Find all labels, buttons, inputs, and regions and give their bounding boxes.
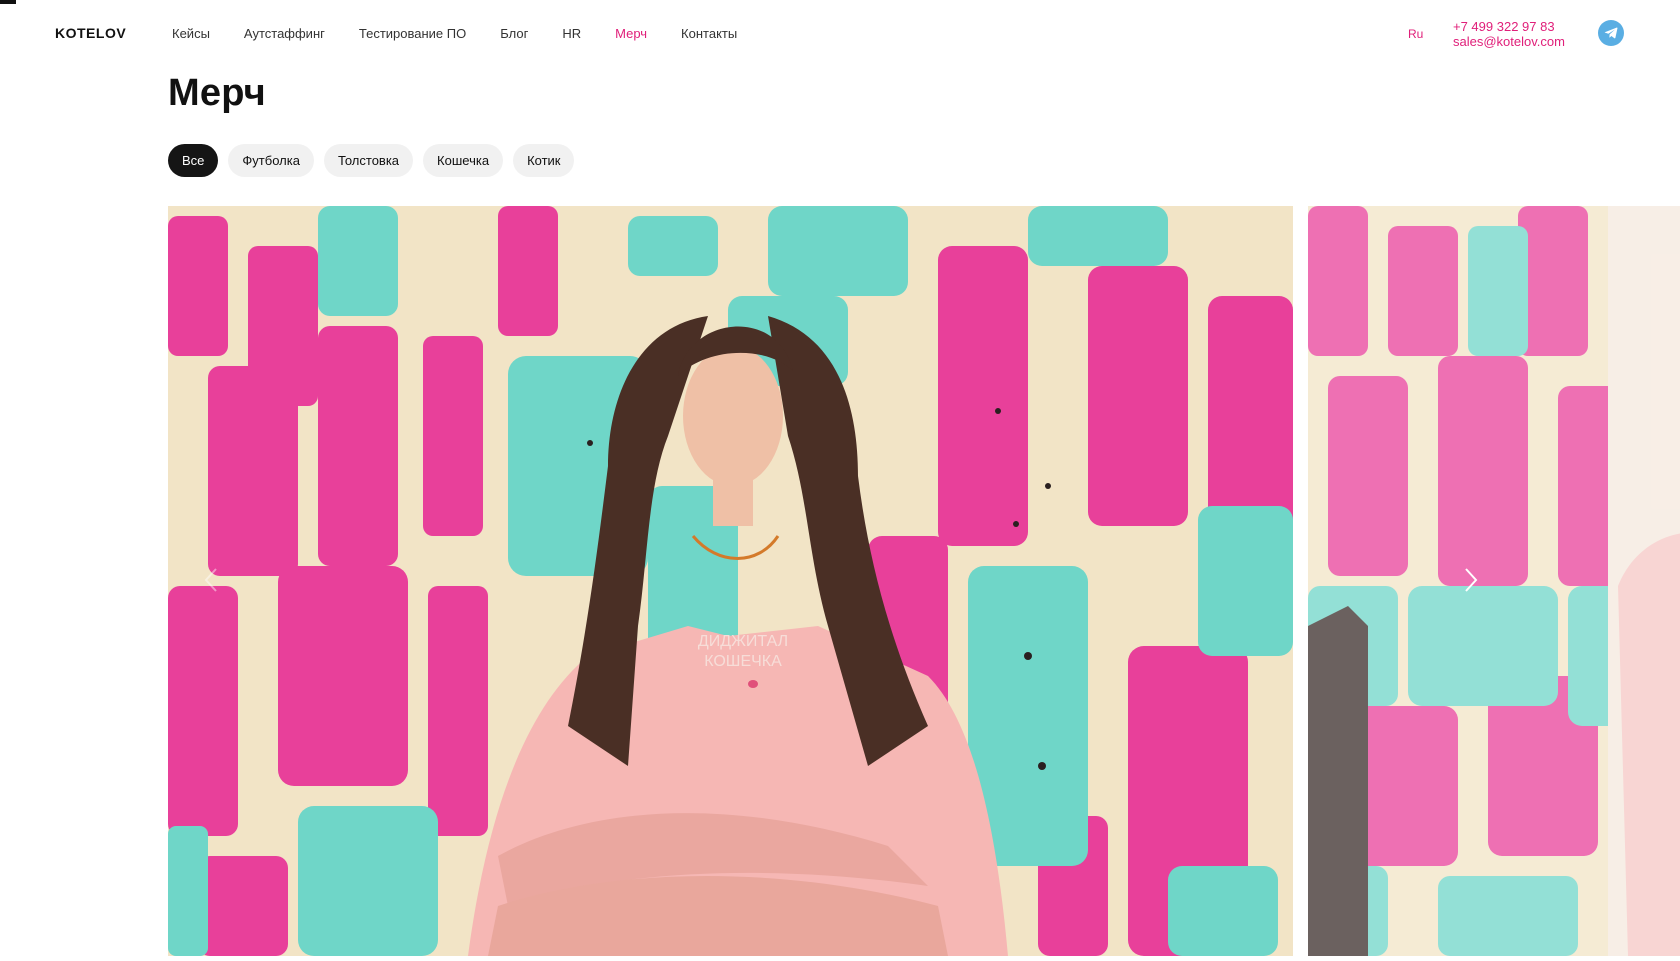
category-filters: Все Футболка Толстовка Кошечка Котик <box>168 144 575 177</box>
chevron-right-icon <box>1465 568 1478 592</box>
slide-current: ДИДЖИТАЛ КОШЕЧКА <box>168 206 1293 956</box>
header-contacts: +7 499 322 97 83 sales@kotelov.com <box>1453 19 1565 49</box>
shirt-print-line1: ДИДЖИТАЛ <box>698 633 788 650</box>
slider-prev-button[interactable] <box>196 560 226 600</box>
main-nav: Кейсы Аутстаффинг Тестирование ПО Блог H… <box>172 26 771 41</box>
filter-kitty[interactable]: Кошечка <box>423 144 504 177</box>
merch-slider[interactable]: ДИДЖИТАЛ КОШЕЧКА <box>168 206 1680 956</box>
nav-item-hr[interactable]: HR <box>562 26 581 41</box>
telegram-icon <box>1604 27 1618 39</box>
nav-item-blog[interactable]: Блог <box>500 26 528 41</box>
nav-item-cases[interactable]: Кейсы <box>172 26 210 41</box>
site-header: KOTELOV Кейсы Аутстаффинг Тестирование П… <box>0 0 1680 64</box>
filter-hoodie[interactable]: Толстовка <box>323 144 414 177</box>
telegram-button[interactable] <box>1598 20 1624 46</box>
filter-all[interactable]: Все <box>168 144 219 177</box>
slide-next[interactable] <box>1308 206 1680 956</box>
filter-cat[interactable]: Котик <box>513 144 575 177</box>
language-switch[interactable]: Ru <box>1408 27 1423 41</box>
logo[interactable]: KOTELOV <box>55 25 126 41</box>
page-title: Мерч <box>168 72 266 114</box>
phone-link[interactable]: +7 499 322 97 83 <box>1453 19 1565 34</box>
shirt-print-line2: КОШЕЧКА <box>704 653 782 670</box>
nav-item-outstaffing[interactable]: Аутстаффинг <box>244 26 325 41</box>
product-photo: ДИДЖИТАЛ КОШЕЧКА <box>168 206 1293 956</box>
chevron-left-icon <box>204 568 217 592</box>
nav-item-testing[interactable]: Тестирование ПО <box>359 26 466 41</box>
filter-tshirt[interactable]: Футболка <box>228 144 314 177</box>
email-link[interactable]: sales@kotelov.com <box>1453 34 1565 49</box>
nav-item-contacts[interactable]: Контакты <box>681 26 737 41</box>
nav-item-merch[interactable]: Мерч <box>615 26 647 41</box>
slider-next-button[interactable] <box>1456 560 1486 600</box>
slide-next-overlay <box>1308 206 1680 956</box>
